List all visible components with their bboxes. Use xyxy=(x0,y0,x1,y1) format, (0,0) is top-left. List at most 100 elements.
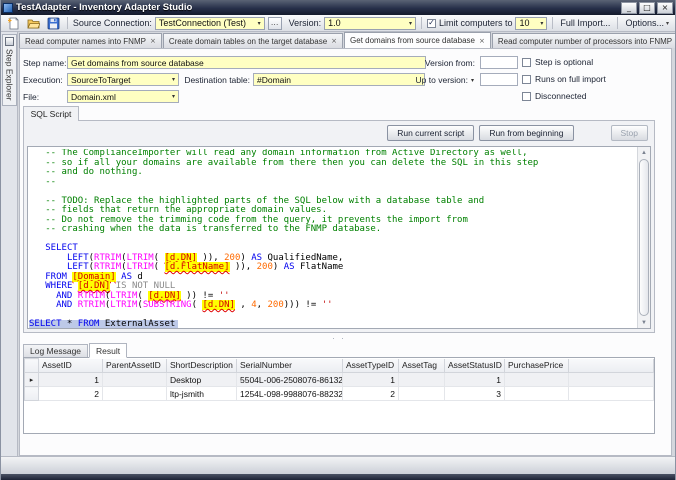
grid-cell[interactable] xyxy=(399,373,445,387)
status-bar xyxy=(1,456,675,474)
tab-result[interactable]: Result xyxy=(89,343,127,358)
tab-sql-script[interactable]: SQL Script xyxy=(23,106,79,121)
grid-cell[interactable]: ltp-jsmith xyxy=(167,387,237,401)
connection-browse-button[interactable]: … xyxy=(268,17,282,30)
destination-table-input[interactable]: #Domain xyxy=(253,73,425,86)
grid-cell[interactable] xyxy=(505,373,569,387)
limit-computers-combo[interactable]: 10 ▾ xyxy=(515,17,547,30)
column-header[interactable]: AssetStatusID xyxy=(445,359,505,373)
filler-column-header xyxy=(569,359,654,373)
scrollbar-thumb[interactable] xyxy=(639,159,649,316)
toolbar-separator xyxy=(421,17,422,29)
open-folder-icon xyxy=(27,17,40,30)
sql-editor-scrollbar[interactable]: ▲ ▼ xyxy=(637,147,650,328)
splitter-handle[interactable]: · · xyxy=(23,335,655,343)
close-icon[interactable]: × xyxy=(150,37,156,45)
step-explorer-icon xyxy=(5,37,14,46)
grid-cell[interactable] xyxy=(505,387,569,401)
column-header[interactable]: PurchasePrice xyxy=(505,359,569,373)
table-row[interactable]: ▸1Desktop5504L-006-2508076-8613211 xyxy=(25,373,654,387)
save-floppy-icon xyxy=(47,17,60,30)
step-name-input[interactable]: Get domains from source database xyxy=(67,56,426,69)
step-optional-checkbox[interactable]: Step is optional xyxy=(522,57,593,67)
sql-line[interactable]: -- and do nothing. xyxy=(29,168,636,178)
grid-cell[interactable]: 5504L-006-2508076-86132 xyxy=(237,373,343,387)
grid-cell[interactable]: 2 xyxy=(343,387,399,401)
file-combo[interactable]: Domain.xml ▾ xyxy=(67,90,179,103)
app-window: TestAdapter - Inventory Adapter Studio _… xyxy=(0,0,676,480)
column-header[interactable]: SerialNumber xyxy=(237,359,343,373)
toolbar-separator xyxy=(617,17,618,29)
sql-line[interactable]: -- xyxy=(29,178,636,188)
run-from-beginning-button[interactable]: Run from beginning xyxy=(479,125,573,141)
sql-line[interactable] xyxy=(29,235,636,245)
grid-cell[interactable]: 1254L-098-9988076-88232 xyxy=(237,387,343,401)
step-name-label: Step name: xyxy=(23,58,66,68)
close-icon[interactable]: × xyxy=(479,37,485,45)
scroll-down-icon[interactable]: ▼ xyxy=(638,317,650,328)
result-grid: AssetIDParentAssetIDShortDescriptionSeri… xyxy=(23,357,655,434)
version-combo[interactable]: 1.0 ▾ xyxy=(324,17,416,30)
step-explorer-tab[interactable]: Step Explorer xyxy=(2,34,17,106)
up-to-version-input[interactable] xyxy=(480,73,518,86)
filler-cell xyxy=(569,373,654,387)
toolbar: Source Connection: TestConnection (Test)… xyxy=(1,15,675,32)
chevron-down-icon: ▾ xyxy=(666,20,669,27)
grid-cell[interactable]: 3 xyxy=(445,387,505,401)
column-header[interactable]: ParentAssetID xyxy=(103,359,167,373)
tab-create-domain-tables[interactable]: Create domain tables on the target datab… xyxy=(163,33,343,48)
sql-line[interactable]: -- crashing when the data is transferred… xyxy=(29,225,636,235)
row-selector[interactable]: ▸ xyxy=(25,373,39,387)
tab-read-computer-names[interactable]: Read computer names into FNMP × xyxy=(19,33,162,48)
up-to-version-label: Up to version: xyxy=(410,75,468,85)
version-from-input[interactable] xyxy=(480,56,518,69)
window-bottom-edge xyxy=(1,474,675,480)
grid-cell[interactable]: 1 xyxy=(39,373,103,387)
chevron-down-icon[interactable]: ▾ xyxy=(471,77,474,84)
column-header[interactable]: AssetID xyxy=(39,359,103,373)
stop-button: Stop xyxy=(611,125,649,141)
row-selector-header[interactable] xyxy=(25,359,39,373)
new-file-button[interactable] xyxy=(5,16,22,31)
sql-code[interactable]: -- The ComplianceImporter will read any … xyxy=(29,149,636,328)
column-header[interactable]: AssetTypeID xyxy=(343,359,399,373)
grid-cell[interactable] xyxy=(103,373,167,387)
scroll-up-icon[interactable]: ▲ xyxy=(638,147,650,158)
sql-line[interactable]: AND RTRIM(LTRIM(SUBSTRING( [d.DN] , 4, 2… xyxy=(29,301,636,311)
runs-on-full-import-checkbox[interactable]: Runs on full import xyxy=(522,74,606,84)
close-button[interactable]: × xyxy=(657,2,673,14)
run-current-script-button[interactable]: Run current script xyxy=(387,125,474,141)
limit-computers-checkbox[interactable]: ✓ xyxy=(427,19,436,28)
disconnected-checkbox[interactable]: Disconnected xyxy=(522,91,587,101)
column-header[interactable]: AssetTag xyxy=(399,359,445,373)
column-header[interactable]: ShortDescription xyxy=(167,359,237,373)
tab-get-domains[interactable]: Get domains from source database × xyxy=(344,32,491,48)
source-connection-combo[interactable]: TestConnection (Test) ▾ xyxy=(155,17,265,30)
toolbar-separator xyxy=(552,17,553,29)
grid-cell[interactable] xyxy=(399,387,445,401)
grid-cell[interactable] xyxy=(103,387,167,401)
save-button[interactable] xyxy=(45,16,62,31)
open-file-button[interactable] xyxy=(25,16,42,31)
grid-cell[interactable]: 1 xyxy=(343,373,399,387)
tab-read-processors[interactable]: Read computer number of processors into … xyxy=(492,33,676,48)
checkbox-box xyxy=(522,75,531,84)
full-import-button[interactable]: Full Import... xyxy=(558,18,612,28)
maximize-button[interactable]: □ xyxy=(639,2,655,14)
sql-selected-line[interactable]: SELECT * FROM ExternalAsset xyxy=(29,320,178,328)
version-label: Version: xyxy=(289,18,322,28)
options-button[interactable]: Options... ▾ xyxy=(623,18,671,28)
grid-cell[interactable]: 1 xyxy=(445,373,505,387)
chevron-down-icon: ▾ xyxy=(169,93,175,100)
grid-cell[interactable]: 2 xyxy=(39,387,103,401)
tab-log-message[interactable]: Log Message xyxy=(23,344,88,358)
close-icon[interactable]: × xyxy=(331,37,337,45)
grid-cell[interactable]: Desktop xyxy=(167,373,237,387)
table-row[interactable]: 2ltp-jsmith1254L-098-9988076-8823223 xyxy=(25,387,654,401)
execution-combo[interactable]: SourceToTarget ▾ xyxy=(67,73,179,86)
row-selector[interactable] xyxy=(25,387,39,401)
minimize-button[interactable]: _ xyxy=(621,2,637,14)
toolbar-separator xyxy=(67,17,68,29)
step-explorer-label: Step Explorer xyxy=(5,49,15,101)
sql-editor[interactable]: -- The ComplianceImporter will read any … xyxy=(27,146,651,329)
